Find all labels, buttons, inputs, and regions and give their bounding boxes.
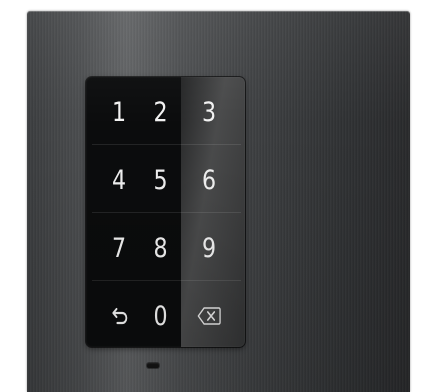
keypad: 1 2 3 4 5 6 7 8 9 0 bbox=[86, 77, 245, 347]
key-7-label: 7 bbox=[111, 232, 127, 264]
return-arrow-icon bbox=[110, 307, 128, 325]
key-3[interactable]: 3 bbox=[186, 79, 232, 145]
key-8-label: 8 bbox=[153, 232, 168, 264]
key-6[interactable]: 6 bbox=[186, 147, 232, 213]
key-1[interactable]: 1 bbox=[102, 79, 136, 145]
key-6-label: 6 bbox=[201, 164, 217, 196]
key-7[interactable]: 7 bbox=[102, 215, 136, 281]
status-led bbox=[147, 363, 159, 368]
key-8[interactable]: 8 bbox=[144, 215, 178, 281]
key-2-label: 2 bbox=[153, 96, 168, 128]
return-key[interactable] bbox=[102, 283, 136, 347]
key-2[interactable]: 2 bbox=[144, 79, 178, 145]
key-4-label: 4 bbox=[111, 164, 127, 196]
key-9[interactable]: 9 bbox=[186, 215, 232, 281]
backspace-key[interactable] bbox=[186, 283, 232, 347]
key-9-label: 9 bbox=[201, 232, 217, 264]
keypad-panel: 1 2 3 4 5 6 7 8 9 0 bbox=[27, 11, 410, 392]
key-3-label: 3 bbox=[201, 96, 217, 128]
key-1-label: 1 bbox=[111, 96, 127, 128]
key-4[interactable]: 4 bbox=[102, 147, 136, 213]
key-0-label: 0 bbox=[153, 300, 168, 332]
key-0[interactable]: 0 bbox=[144, 283, 178, 347]
key-5-label: 5 bbox=[153, 164, 168, 196]
backspace-icon bbox=[197, 306, 222, 326]
key-5[interactable]: 5 bbox=[144, 147, 178, 213]
